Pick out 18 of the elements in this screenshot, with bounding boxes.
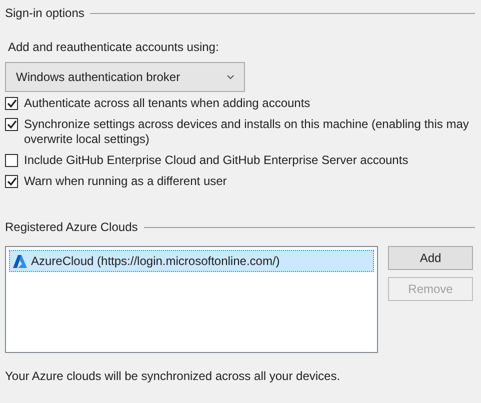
checkbox-label: Include GitHub Enterprise Cloud and GitHub Enterprise Server accounts	[24, 153, 408, 168]
checkbox[interactable]	[5, 154, 18, 167]
auth-dropdown[interactable]: Windows authentication broker	[5, 62, 245, 92]
checkbox[interactable]	[5, 118, 18, 131]
checkbox[interactable]	[5, 97, 18, 110]
group-heading: Sign-in options	[5, 6, 84, 20]
chevron-icon	[227, 74, 234, 80]
sync-note: Your Azure clouds will be synchronized across all your devices.	[5, 369, 342, 383]
checkbox[interactable]	[5, 175, 18, 188]
checkbox-label: Authenticate across all tenants when adding accounts	[24, 96, 310, 111]
add-button[interactable]: Add	[388, 246, 473, 270]
field-label: Add and reauthenticate accounts using:	[8, 40, 220, 54]
checkbox-label: Warn when running as a different user	[24, 174, 227, 189]
list-item-label: AzureCloud (https://login.microsoftonline.com/)	[31, 254, 280, 268]
cloud-logo-icon	[13, 254, 27, 268]
group-heading: Registered Azure Clouds	[5, 220, 138, 234]
checkbox-label: Synchronize settings across devices and installs on this machine (enabling this may overwrite local settings)	[24, 117, 470, 147]
list-item[interactable]: AzureCloud (https://login.microsoftonline.com/)	[9, 250, 374, 272]
